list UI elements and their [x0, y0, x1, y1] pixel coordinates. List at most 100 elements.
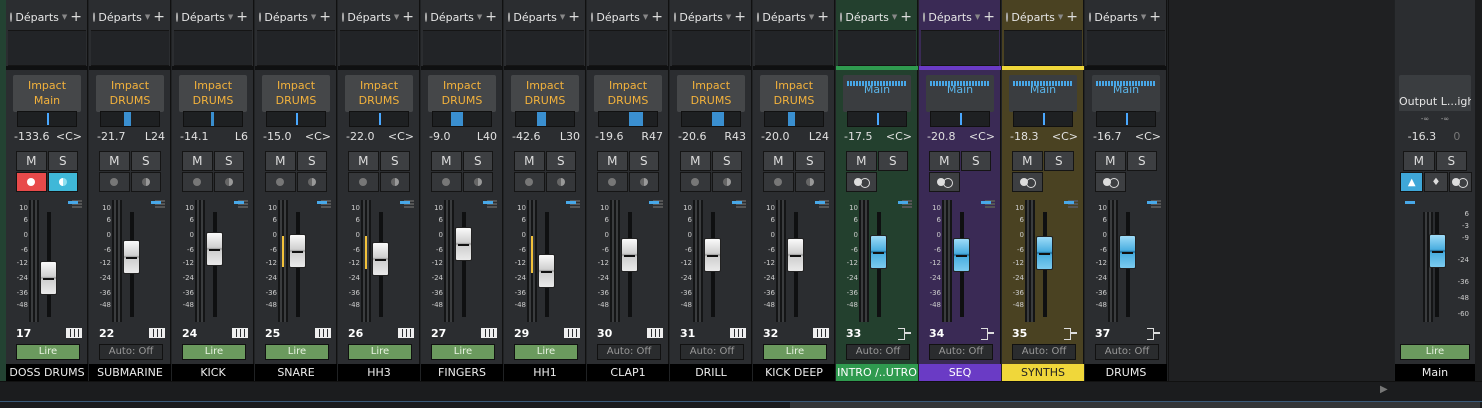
volume-fader-handle[interactable]: [538, 254, 555, 288]
volume-fader-handle[interactable]: [40, 261, 57, 295]
record-arm-button[interactable]: [763, 172, 794, 192]
sends-area[interactable]: [672, 30, 750, 66]
volume-fader-handle[interactable]: [123, 240, 140, 274]
add-send-icon[interactable]: +: [651, 10, 663, 24]
channel-name-label[interactable]: SUBMARINE: [89, 364, 171, 381]
output-route[interactable]: Impact DRUMS: [677, 75, 745, 112]
automation-mode-button[interactable]: Lire: [763, 344, 827, 360]
main-metronome-button[interactable]: ▲: [1400, 172, 1424, 192]
volume-fader-handle[interactable]: [206, 232, 223, 266]
add-send-icon[interactable]: +: [236, 10, 248, 24]
pan-value[interactable]: R43: [724, 130, 746, 143]
volume-fader-handle[interactable]: [953, 238, 970, 272]
power-icon[interactable]: [176, 12, 179, 22]
pan-value[interactable]: <C>: [1135, 130, 1161, 143]
add-send-icon[interactable]: +: [817, 10, 829, 24]
horizontal-scrollbar[interactable]: [790, 402, 1480, 408]
piano-keyboard-icon[interactable]: [232, 328, 248, 338]
add-send-icon[interactable]: +: [485, 10, 497, 24]
bus-icon[interactable]: [1064, 328, 1078, 340]
monitor-button[interactable]: [711, 172, 742, 192]
add-send-icon[interactable]: +: [734, 10, 746, 24]
mute-button[interactable]: M: [597, 151, 628, 171]
power-icon[interactable]: [342, 12, 345, 22]
power-icon[interactable]: [508, 12, 511, 22]
pan-value[interactable]: <C>: [1052, 130, 1078, 143]
output-route[interactable]: Main: [1009, 75, 1077, 112]
volume-value[interactable]: -14.1: [180, 130, 208, 143]
automation-mode-button[interactable]: Auto: Off: [99, 344, 163, 360]
power-icon[interactable]: [923, 12, 926, 22]
monitor-button[interactable]: [213, 172, 244, 192]
channel-name-label[interactable]: SYNTHS: [1002, 364, 1084, 381]
bus-icon[interactable]: [898, 328, 912, 340]
sends-header[interactable]: Départs ▼ +: [836, 6, 918, 28]
piano-keyboard-icon[interactable]: [813, 328, 829, 338]
pan-value[interactable]: <C>: [56, 130, 82, 143]
output-route[interactable]: Impact DRUMS: [594, 75, 662, 112]
mute-button[interactable]: M: [1095, 151, 1126, 171]
volume-fader-handle[interactable]: [870, 235, 887, 269]
sends-area[interactable]: [921, 30, 999, 66]
sends-header[interactable]: Départs ▼ +: [89, 6, 171, 28]
sends-area[interactable]: [174, 30, 252, 66]
link-button[interactable]: [1095, 172, 1126, 192]
output-route[interactable]: Main: [1092, 75, 1160, 112]
mute-button[interactable]: M: [99, 151, 130, 171]
add-send-icon[interactable]: +: [153, 10, 165, 24]
channel-name-label[interactable]: CLAP1: [587, 364, 669, 381]
bus-icon[interactable]: [1147, 328, 1161, 340]
mute-button[interactable]: M: [846, 151, 877, 171]
solo-button[interactable]: S: [960, 151, 991, 171]
pan-value[interactable]: <C>: [388, 130, 414, 143]
output-route[interactable]: Impact DRUMS: [262, 75, 330, 112]
pan-value[interactable]: L30: [560, 130, 580, 143]
power-icon[interactable]: [674, 12, 677, 22]
sends-area[interactable]: [1004, 30, 1082, 66]
add-send-icon[interactable]: +: [1066, 10, 1078, 24]
add-send-icon[interactable]: +: [568, 10, 580, 24]
solo-button[interactable]: S: [130, 151, 161, 171]
pan-control[interactable]: [847, 111, 907, 127]
mute-button[interactable]: M: [680, 151, 711, 171]
volume-value[interactable]: -15.0: [263, 130, 291, 143]
pan-control[interactable]: [266, 111, 326, 127]
monitor-button[interactable]: [47, 172, 78, 192]
main-solo-button[interactable]: S: [1435, 151, 1467, 171]
mute-button[interactable]: M: [514, 151, 545, 171]
mute-button[interactable]: M: [763, 151, 794, 171]
add-send-icon[interactable]: +: [900, 10, 912, 24]
pan-control[interactable]: [515, 111, 575, 127]
sends-header[interactable]: Départs ▼ +: [421, 6, 503, 28]
volume-fader-handle[interactable]: [704, 238, 721, 272]
sends-header[interactable]: Départs ▼ +: [670, 6, 752, 28]
automation-mode-button[interactable]: Lire: [348, 344, 412, 360]
output-route[interactable]: Impact DRUMS: [96, 75, 164, 112]
channel-name-label[interactable]: DOSS DRUMS: [6, 364, 88, 381]
pan-value[interactable]: <C>: [969, 130, 995, 143]
output-route[interactable]: Impact DRUMS: [760, 75, 828, 112]
main-mute-button[interactable]: M: [1403, 151, 1435, 171]
automation-mode-button[interactable]: Lire: [265, 344, 329, 360]
solo-button[interactable]: S: [213, 151, 244, 171]
main-link-button[interactable]: [1448, 172, 1472, 192]
solo-button[interactable]: S: [47, 151, 78, 171]
add-send-icon[interactable]: +: [319, 10, 331, 24]
automation-mode-button[interactable]: Lire: [182, 344, 246, 360]
channel-name-label[interactable]: HH3: [338, 364, 420, 381]
record-arm-button[interactable]: [182, 172, 213, 192]
link-button[interactable]: [1012, 172, 1043, 192]
automation-mode-button[interactable]: Auto: Off: [680, 344, 744, 360]
pan-value[interactable]: <C>: [305, 130, 331, 143]
sends-header[interactable]: Départs ▼ +: [255, 6, 337, 28]
sends-header[interactable]: Départs ▼ +: [172, 6, 254, 28]
volume-fader-handle[interactable]: [1119, 235, 1136, 269]
link-button[interactable]: [846, 172, 877, 192]
output-route[interactable]: Impact DRUMS: [428, 75, 496, 112]
sends-header[interactable]: Départs ▼ +: [338, 6, 420, 28]
channel-name-label[interactable]: FINGERS: [421, 364, 503, 381]
automation-mode-button[interactable]: Auto: Off: [929, 344, 993, 360]
volume-value[interactable]: -20.0: [761, 130, 789, 143]
solo-button[interactable]: S: [794, 151, 825, 171]
sends-header[interactable]: Départs ▼ +: [919, 6, 1001, 28]
